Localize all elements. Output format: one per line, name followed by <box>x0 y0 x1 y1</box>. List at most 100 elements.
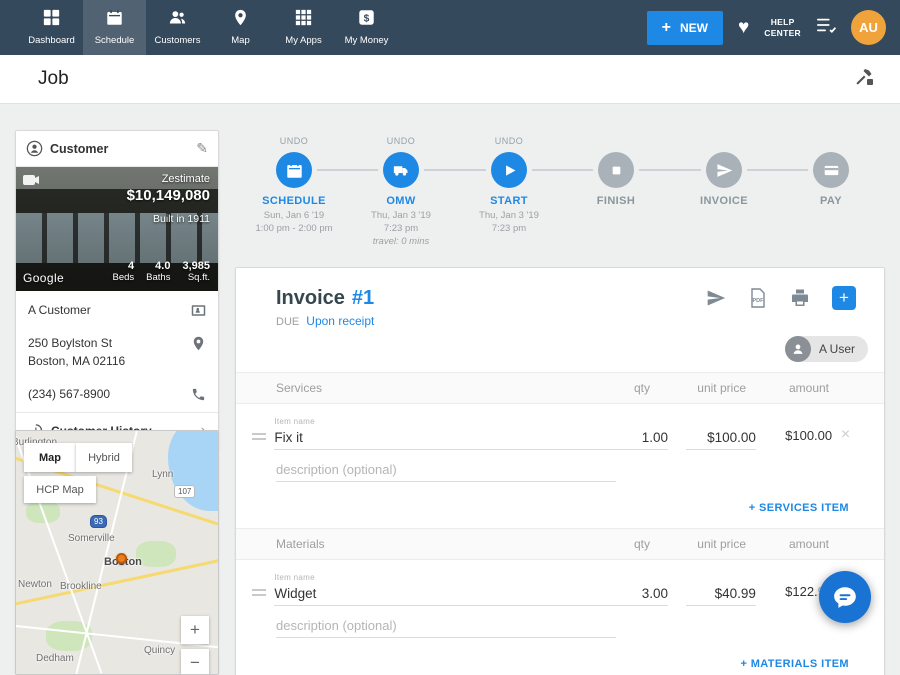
invoice-title: Invoice <box>276 287 345 310</box>
send-icon <box>716 162 733 179</box>
undo-link[interactable]: UNDO <box>455 136 563 148</box>
step-invoice: INVOICE <box>670 136 778 207</box>
pdf-icon[interactable]: PDF <box>748 288 768 308</box>
svg-text:$: $ <box>364 13 370 24</box>
customer-address-row: 250 Boylston StBoston, MA 02116 <box>16 327 218 378</box>
new-button[interactable]: + NEW <box>647 11 723 45</box>
remove-item-icon[interactable]: × <box>841 426 850 443</box>
map-type-button-map[interactable]: Map <box>24 443 76 472</box>
zestimate-overlay: Zestimate $10,149,080 Built in 1911 <box>127 173 210 225</box>
step-dates: Sun, Jan 6 '19 1:00 pm - 2:00 pm <box>240 210 348 236</box>
schedule-step-button[interactable] <box>276 152 312 188</box>
assigned-user-pill[interactable]: A User <box>785 336 868 362</box>
material-item-row: Item name $122.97 × <box>236 560 884 606</box>
edit-pencil-icon[interactable]: ✎ <box>196 140 208 157</box>
pay-step-button[interactable] <box>813 152 849 188</box>
undo-link[interactable]: UNDO <box>347 136 455 148</box>
item-qty-input[interactable] <box>614 428 668 450</box>
customer-icon <box>26 140 43 157</box>
item-qty-input[interactable] <box>614 584 668 606</box>
add-materials-item-link[interactable]: + MATERIALS ITEM <box>740 658 849 670</box>
invoice-number[interactable]: #1 <box>352 287 374 310</box>
due-terms-link[interactable]: Upon receipt <box>306 314 374 328</box>
checklist-icon[interactable] <box>816 16 836 39</box>
svg-text:PDF: PDF <box>753 298 765 304</box>
map-label: Somerville <box>68 533 115 544</box>
step-label: OMW <box>347 195 455 207</box>
location-pin-icon[interactable] <box>191 336 206 351</box>
customer-name-row: A Customer <box>16 291 218 327</box>
streetview-icon <box>23 173 39 191</box>
zestimate-built: Built in 1911 <box>127 213 210 225</box>
map-label: Quincy <box>144 645 175 656</box>
service-description-row <box>236 450 884 484</box>
customer-phone: (234) 567-8900 <box>28 386 183 403</box>
page-title: Job <box>38 68 69 90</box>
customer-card-header: Customer ✎ <box>16 131 218 167</box>
map-pin-icon <box>232 9 249 31</box>
google-watermark: Google <box>23 271 64 285</box>
item-name-input[interactable] <box>274 428 614 450</box>
map-type-button-hybrid[interactable]: Hybrid <box>76 443 132 472</box>
sqft-value: 3,985 <box>182 260 210 272</box>
step-dates: Thu, Jan 3 '19 7:23 pm <box>455 210 563 236</box>
phone-icon[interactable] <box>191 387 206 402</box>
undo-link[interactable]: UNDO <box>240 136 348 148</box>
finish-step-button[interactable] <box>598 152 634 188</box>
zestimate-price: $10,149,080 <box>127 187 210 204</box>
job-tools-icon[interactable] <box>854 67 874 92</box>
materials-section-header: Materials qty unit price amount <box>236 528 884 560</box>
map-type-button-hcp[interactable]: HCP Map <box>24 476 96 503</box>
assigned-user-row: A User <box>236 328 884 372</box>
zoom-out-button[interactable]: − <box>181 649 209 675</box>
due-line: DUE Upon receipt <box>236 312 884 328</box>
invoice-actions: PDF + <box>706 286 856 310</box>
invoice-step-button[interactable] <box>706 152 742 188</box>
item-unit-price-input[interactable] <box>686 428 756 450</box>
contact-card-icon[interactable] <box>191 303 206 318</box>
heart-icon[interactable]: ♥ <box>738 17 749 39</box>
calendar-icon <box>106 9 123 31</box>
nav-item-my-apps[interactable]: My Apps <box>272 0 335 55</box>
top-nav: Dashboard Schedule Customers Map My Apps… <box>0 0 900 55</box>
add-service-row: + SERVICES ITEM <box>236 484 884 528</box>
section-name: Services <box>276 381 590 395</box>
nav-label: My Money <box>345 35 389 46</box>
app-window: Dashboard Schedule Customers Map My Apps… <box>0 0 900 675</box>
zoom-in-button[interactable]: + <box>181 616 209 644</box>
nav-item-schedule[interactable]: Schedule <box>83 0 146 55</box>
item-unit-price-input[interactable] <box>686 584 756 606</box>
map-label: Lynn <box>152 469 173 480</box>
send-icon[interactable] <box>706 288 726 308</box>
item-name-input[interactable] <box>274 584 614 606</box>
map-canvas[interactable]: Burlington Lynn 107 93 Somerville Boston… <box>16 431 218 674</box>
col-amount: amount <box>764 537 829 551</box>
nav-label: Map <box>231 35 249 46</box>
item-description-input[interactable] <box>276 616 616 638</box>
col-qty: qty <box>590 381 650 395</box>
add-button[interactable]: + <box>832 286 856 310</box>
omw-step-button[interactable] <box>383 152 419 188</box>
nav-item-my-money[interactable]: $ My Money <box>335 0 398 55</box>
help-center-link[interactable]: HELP CENTER <box>764 17 801 38</box>
map-label: Newton <box>18 579 52 590</box>
nav-item-customers[interactable]: Customers <box>146 0 209 55</box>
item-description-input[interactable] <box>276 460 616 482</box>
user-avatar[interactable]: AU <box>851 10 886 45</box>
step-omw: UNDO OMW Thu, Jan 3 '19 7:23 pm travel: … <box>347 136 455 248</box>
nav-label: Dashboard <box>28 35 74 46</box>
zestimate-label: Zestimate <box>127 173 210 185</box>
nav-items: Dashboard Schedule Customers Map My Apps… <box>0 0 398 55</box>
drag-handle[interactable] <box>252 589 266 596</box>
print-icon[interactable] <box>790 288 810 308</box>
baths-value: 4.0 <box>155 260 170 272</box>
chat-bubble-button[interactable] <box>819 571 871 623</box>
add-services-item-link[interactable]: + SERVICES ITEM <box>749 502 849 514</box>
zestimate-stats: 4Beds 4.0Baths 3,985Sq.ft. <box>113 260 210 283</box>
nav-item-dashboard[interactable]: Dashboard <box>20 0 83 55</box>
nav-label: Schedule <box>95 35 135 46</box>
nav-item-map[interactable]: Map <box>209 0 272 55</box>
people-icon <box>169 9 186 31</box>
drag-handle[interactable] <box>252 433 266 440</box>
start-step-button[interactable] <box>491 152 527 188</box>
